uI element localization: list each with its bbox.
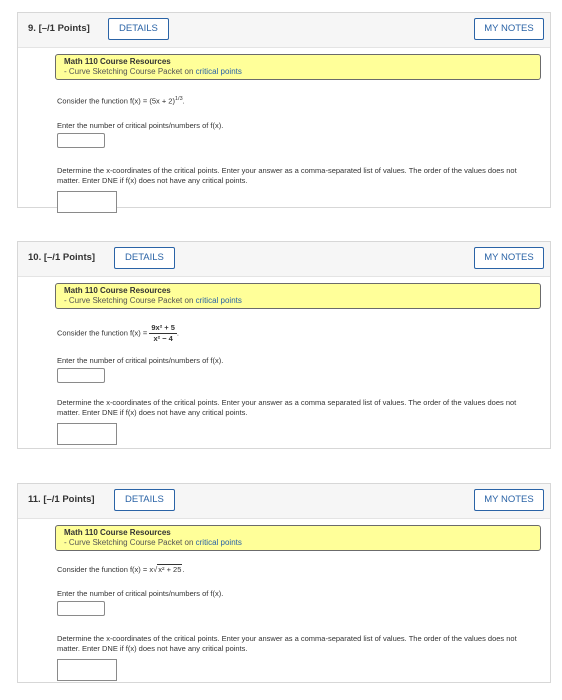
- question-11: 11. [–/1 Points] DETAILS MY NOTES Math 1…: [17, 483, 551, 683]
- question-10: 10. [–/1 Points] DETAILS MY NOTES Math 1…: [17, 241, 551, 449]
- course-resources-box: Math 110 Course Resources - Curve Sketch…: [55, 525, 541, 551]
- critical-points-link[interactable]: critical points: [196, 538, 242, 547]
- details-button[interactable]: DETAILS: [108, 18, 169, 40]
- function-statement: Consider the function f(x) = (5x + 2)1/3…: [57, 96, 185, 106]
- critical-points-link[interactable]: critical points: [196, 67, 242, 76]
- question-header: 11. [–/1 Points] DETAILS MY NOTES: [18, 484, 550, 519]
- critical-count-prompt: Enter the number of critical points/numb…: [57, 120, 224, 130]
- course-resources-box: Math 110 Course Resources - Curve Sketch…: [55, 54, 541, 80]
- question-header: 10. [–/1 Points] DETAILS MY NOTES: [18, 242, 550, 277]
- critical-count-input[interactable]: [57, 132, 105, 148]
- critical-x-prompt: Determine the x-coordinates of the criti…: [57, 165, 517, 185]
- critical-x-input[interactable]: [57, 659, 117, 681]
- critical-count-prompt: Enter the number of critical points/numb…: [57, 356, 224, 365]
- resource-subtitle: - Curve Sketching Course Packet on: [64, 67, 196, 76]
- details-button[interactable]: DETAILS: [114, 247, 175, 269]
- critical-count-input[interactable]: [57, 368, 105, 383]
- question-9: 9. [–/1 Points] DETAILS MY NOTES Math 11…: [17, 12, 551, 213]
- question-number: 11. [–/1 Points]: [28, 494, 95, 505]
- question-number: 9. [–/1 Points]: [28, 23, 90, 34]
- resource-title: Math 110 Course Resources: [64, 528, 171, 537]
- resource-subtitle: - Curve Sketching Course Packet on: [64, 296, 196, 305]
- my-notes-button[interactable]: MY NOTES: [474, 489, 544, 511]
- my-notes-button[interactable]: MY NOTES: [474, 247, 544, 269]
- resource-subtitle: - Curve Sketching Course Packet on: [64, 538, 196, 547]
- critical-count-prompt: Enter the number of critical points/numb…: [57, 589, 224, 598]
- details-button[interactable]: DETAILS: [114, 489, 175, 511]
- critical-points-link[interactable]: critical points: [196, 296, 242, 305]
- critical-x-input[interactable]: [57, 423, 117, 445]
- function-statement: Consider the function f(x) = x√x² + 25.: [57, 564, 185, 574]
- function-statement: Consider the function f(x) = 9x² + 5 x² −…: [57, 323, 180, 343]
- resource-title: Math 110 Course Resources: [64, 286, 171, 295]
- critical-x-input[interactable]: [57, 190, 117, 213]
- resource-title: Math 110 Course Resources: [64, 57, 171, 66]
- question-header: 9. [–/1 Points] DETAILS MY NOTES: [18, 13, 550, 48]
- my-notes-button[interactable]: MY NOTES: [474, 18, 544, 40]
- critical-x-prompt: Determine the x-coordinates of the criti…: [57, 634, 517, 653]
- question-number: 10. [–/1 Points]: [28, 252, 96, 263]
- course-resources-box: Math 110 Course Resources - Curve Sketch…: [55, 283, 541, 309]
- critical-count-input[interactable]: [57, 601, 105, 616]
- critical-x-prompt: Determine the x-coordinates of the criti…: [57, 398, 517, 417]
